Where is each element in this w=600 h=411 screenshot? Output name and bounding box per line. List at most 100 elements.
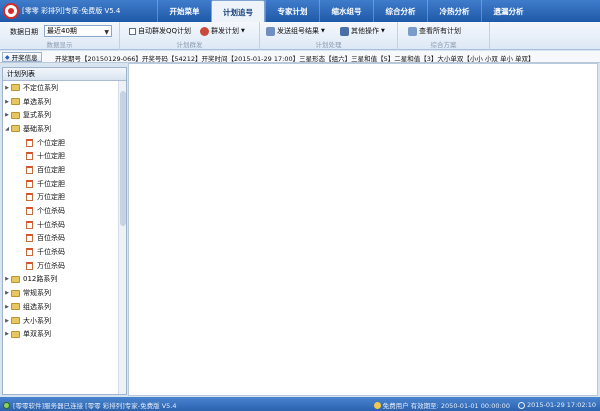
info-icon: ◆ [5,53,10,61]
tree-label: 012路系列 [23,275,58,284]
tab-comprehensive-analysis[interactable]: 综合分析 [373,0,427,22]
send-result-button[interactable]: 发送组号结果 ▼ [266,25,325,37]
plan-doc-icon [26,207,33,216]
plan-doc-icon [26,179,33,188]
tree-label: 单选系列 [23,97,51,106]
main-tabs: 开始菜单 计划追号 专家计划 缩水组号 综合分析 冷热分析 遗漏分析 [157,0,535,23]
tree-leaf-shiwei-dingdan[interactable]: 十位定胆 [3,149,126,163]
plan-tree: ▶ 不定位系列 ▶ 单选系列 ▶ 复式系列 ◢ 基础系列 个位定胆 十位定胆 百位定胆 … [3,81,126,341]
tree-leaf-wanwei-dingdan[interactable]: 万位定胆 [3,191,126,205]
tree-label: 大小系列 [23,316,51,325]
plan-doc-icon [26,220,33,229]
expand-icon[interactable]: ▶ [3,276,11,282]
folder-icon [11,98,20,106]
ribbon-group-plan-send: 自动群发QQ计划 群发计划 ▼ 计划群发 [120,22,260,50]
tab-plan-tracking[interactable]: 计划追号 [211,0,265,23]
tree-folder-changgui[interactable]: ▶ 常规系列 [3,286,126,300]
ribbon-group-scheme: 查看所有计划 综合方案 [398,22,490,50]
tree-folder-danshuang[interactable]: ▶ 单双系列 [3,327,126,341]
expand-icon[interactable]: ▶ [3,112,11,118]
lottery-info-button[interactable]: ◆ 开奖信息 [2,52,42,62]
expand-icon[interactable]: ▶ [3,99,11,105]
tab-missing-analysis[interactable]: 遗漏分析 [481,0,535,22]
tree-label: 万位定胆 [37,193,65,202]
plan-content-area [128,63,598,396]
tree-folder-danxuan[interactable]: ▶ 单选系列 [3,95,126,109]
tree-leaf-shiwei-shama[interactable]: 十位杀码 [3,218,126,232]
tree-folder-jichu[interactable]: ◢ 基础系列 [3,122,126,136]
tree-label: 万位杀码 [37,261,65,270]
plan-doc-icon [26,193,33,202]
tree-label: 复式系列 [23,111,51,120]
tree-label: 单双系列 [23,330,51,339]
tree-folder-zuxuan[interactable]: ▶ 组选系列 [3,300,126,314]
tab-expert-plan[interactable]: 专家计划 [265,0,319,22]
auto-qq-checkbox[interactable]: 自动群发QQ计划 [129,25,191,37]
tree-folder-012lu[interactable]: ▶ 012路系列 [3,273,126,287]
auto-qq-label: 自动群发QQ计划 [138,27,192,35]
tree-leaf-baiwei-dingdan[interactable]: 百位定胆 [3,163,126,177]
collapse-icon[interactable]: ◢ [3,126,11,132]
status-bar: [零零软件]服务器已连接 [零零 彩排列]专家-免费版 V5.4 免费用户 有效… [0,397,600,411]
user-info: 免费用户 有效期至: 2050-01-01 00:00:00 [373,400,510,410]
checkbox-icon [129,27,136,35]
view-all-plans-button[interactable]: 查看所有计划 [408,25,461,37]
tree-label: 不定位系列 [23,83,58,92]
folder-open-icon [11,125,20,133]
tree-leaf-wanwei-shama[interactable]: 万位杀码 [3,259,126,273]
ribbon-toolbar: 数据日期 最近40期 ▼ 数据显示 自动群发QQ计划 群发计划 ▼ 计划群发 发… [0,22,600,50]
connection-status-icon [3,401,10,409]
user-icon [373,401,381,409]
view-all-label: 查看所有计划 [419,27,461,35]
plan-doc-icon [26,165,33,174]
tree-leaf-qianwei-shama[interactable]: 千位杀码 [3,245,126,259]
tree-label: 常规系列 [23,289,51,298]
folder-icon [11,317,20,325]
plan-doc-icon [26,138,33,147]
plan-list-title: 计划列表 [3,68,126,81]
folder-icon [11,275,20,283]
qun-plan-label: 群发计划 [211,27,239,35]
chevron-down-icon: ▼ [241,28,245,34]
chevron-down-icon: ▼ [381,28,385,34]
folder-icon [11,84,20,92]
title-bar: [零零 彩排列]专家-免费版 V5.4 开始菜单 计划追号 专家计划 缩水组号 … [0,0,600,23]
ribbon-group-label: 综合方案 [430,41,457,49]
expand-icon[interactable]: ▶ [3,304,11,310]
plan-doc-icon [26,234,33,243]
data-date-label: 数据日期 [10,28,38,36]
plan-doc-icon [26,152,33,161]
tree-leaf-gewei-dingdan[interactable]: 个位定胆 [3,136,126,150]
expand-icon[interactable]: ▶ [3,290,11,296]
send-result-label: 发送组号结果 [277,27,319,35]
tree-scrollbar[interactable] [118,81,126,394]
tree-folder-daxiao[interactable]: ▶ 大小系列 [3,314,126,328]
tab-hot-cold-analysis[interactable]: 冷热分析 [427,0,481,22]
tree-label: 十位定胆 [37,152,65,161]
lottery-info-text: 开奖期号【20150129-066】开奖号码【54212】开奖时间【2015-0… [55,55,535,63]
tree-label: 个位杀码 [37,207,65,216]
tab-reduce-group[interactable]: 缩水组号 [319,0,373,22]
tree-leaf-qianwei-dingdan[interactable]: 千位定胆 [3,177,126,191]
data-range-select[interactable]: 最近40期 ▼ [44,25,112,37]
tab-start-menu[interactable]: 开始菜单 [157,0,211,22]
ribbon-group-label: 计划处理 [315,41,342,49]
system-time: 2015-01-29 17:02:10 [517,401,596,409]
tree-leaf-gewei-shama[interactable]: 个位杀码 [3,204,126,218]
expand-icon[interactable]: ▶ [3,318,11,324]
expand-icon[interactable]: ▶ [3,85,11,91]
ribbon-group-label: 计划群发 [176,41,203,49]
scrollbar-thumb[interactable] [120,91,126,226]
chevron-down-icon: ▼ [321,28,325,34]
tree-leaf-baiwei-shama[interactable]: 百位杀码 [3,232,126,246]
ribbon-group-data-display: 数据日期 最近40期 ▼ 数据显示 [0,22,120,50]
expand-icon[interactable]: ▶ [3,331,11,337]
user-info-text: 免费用户 有效期至: 2050-01-01 00:00:00 [382,402,510,410]
other-ops-button[interactable]: 其他操作 ▼ [340,25,385,37]
tree-label: 基础系列 [23,124,51,133]
qun-plan-button[interactable]: 群发计划 ▼ [200,25,245,37]
tree-folder-budingwei[interactable]: ▶ 不定位系列 [3,81,126,95]
folder-icon [11,330,20,338]
tree-folder-fushi[interactable]: ▶ 复式系列 [3,108,126,122]
connection-status: [零零软件]服务器已连接 [零零 彩排列]专家-免费版 V5.4 [3,400,176,410]
